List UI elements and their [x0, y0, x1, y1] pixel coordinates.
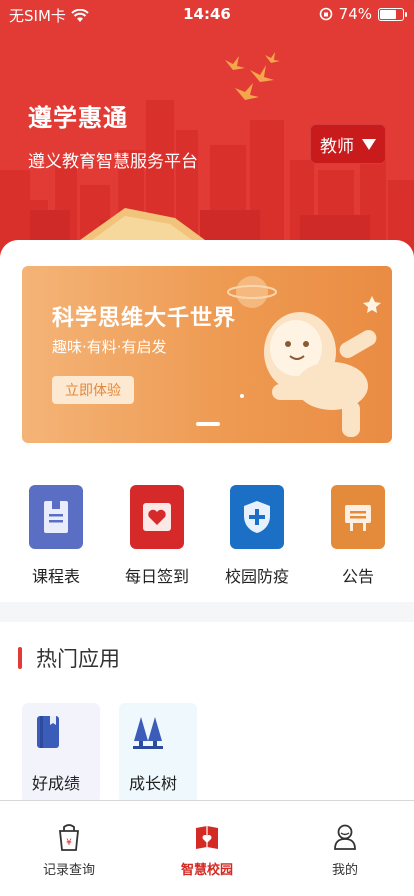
promo-banner[interactable]: 科学思维大千世界 趣味·有料·有启发 立即体验 — [22, 266, 392, 443]
battery-percent: 74% — [338, 5, 372, 23]
doves-illustration — [225, 52, 280, 100]
quick-action-label: 公告 — [341, 567, 374, 586]
svg-text:¥: ¥ — [66, 838, 72, 848]
tab-label: 记录查询 — [42, 863, 95, 878]
hot-apps-header: 热门应用 — [18, 643, 120, 673]
banner-title: 科学思维大千世界 — [52, 306, 237, 331]
timetable-icon — [29, 485, 83, 549]
role-label: 教师 — [320, 136, 354, 157]
notice-board-icon — [331, 485, 385, 549]
tab-label: 智慧校园 — [180, 863, 233, 878]
quick-action-campus-epidemic[interactable]: 校园防疫 — [207, 485, 307, 587]
tab-smart-campus[interactable]: 智慧校园 — [147, 823, 267, 878]
section-divider — [0, 602, 414, 622]
hot-app-good-grades[interactable]: 好成绩 — [22, 703, 100, 800]
main-card: 科学思维大千世界 趣味·有料·有启发 立即体验 课程表 每日签到 校园防疫 公告… — [0, 240, 414, 800]
tab-mine[interactable]: 我的 — [285, 823, 405, 878]
quick-action-label: 课程表 — [31, 567, 80, 586]
smart-campus-icon — [196, 826, 218, 849]
record-query-icon: ¥ — [59, 824, 79, 851]
hot-app-label: 成长树 — [129, 774, 178, 793]
header: 无SIM卡 14:46 74% 遵学惠通 遵义教育智慧服务平台 教师 — [0, 0, 414, 280]
report-book-icon — [37, 716, 59, 748]
section-accent-bar — [18, 647, 22, 669]
profile-icon — [334, 824, 356, 850]
orientation-lock-icon — [319, 7, 332, 21]
role-switch-button[interactable]: 教师 — [310, 124, 386, 164]
quick-action-timetable[interactable]: 课程表 — [6, 485, 106, 587]
tab-label: 我的 — [331, 863, 358, 878]
quick-action-label: 校园防疫 — [224, 567, 289, 586]
astronaut-illustration — [227, 276, 381, 437]
hot-app-label: 好成绩 — [32, 774, 81, 793]
quick-action-daily-checkin[interactable]: 每日签到 — [107, 485, 207, 587]
quick-action-notice[interactable]: 公告 — [308, 485, 408, 587]
battery-icon — [378, 7, 407, 21]
tab-record-query[interactable]: ¥ 记录查询 — [9, 823, 129, 878]
hot-apps-title: 热门应用 — [36, 647, 120, 671]
hot-app-growth-tree[interactable]: 成长树 — [119, 703, 197, 800]
app-title: 遵学惠通 — [28, 104, 128, 132]
daily-checkin-icon — [130, 485, 184, 549]
tab-bar: ¥ 记录查询 智慧校园 我的 — [0, 800, 414, 896]
growth-tree-icon — [133, 717, 163, 749]
campus-epidemic-shield-icon — [230, 485, 284, 549]
triangle-down-icon — [362, 138, 376, 150]
quick-actions: 课程表 每日签到 校园防疫 公告 — [0, 485, 414, 595]
app-subtitle: 遵义教育智慧服务平台 — [28, 152, 198, 172]
carousel-indicator — [196, 422, 220, 426]
quick-action-label: 每日签到 — [124, 567, 189, 586]
banner-try-button[interactable]: 立即体验 — [52, 376, 134, 404]
status-bar: 无SIM卡 14:46 74% — [0, 0, 414, 30]
banner-subtitle: 趣味·有料·有启发 — [52, 338, 167, 356]
